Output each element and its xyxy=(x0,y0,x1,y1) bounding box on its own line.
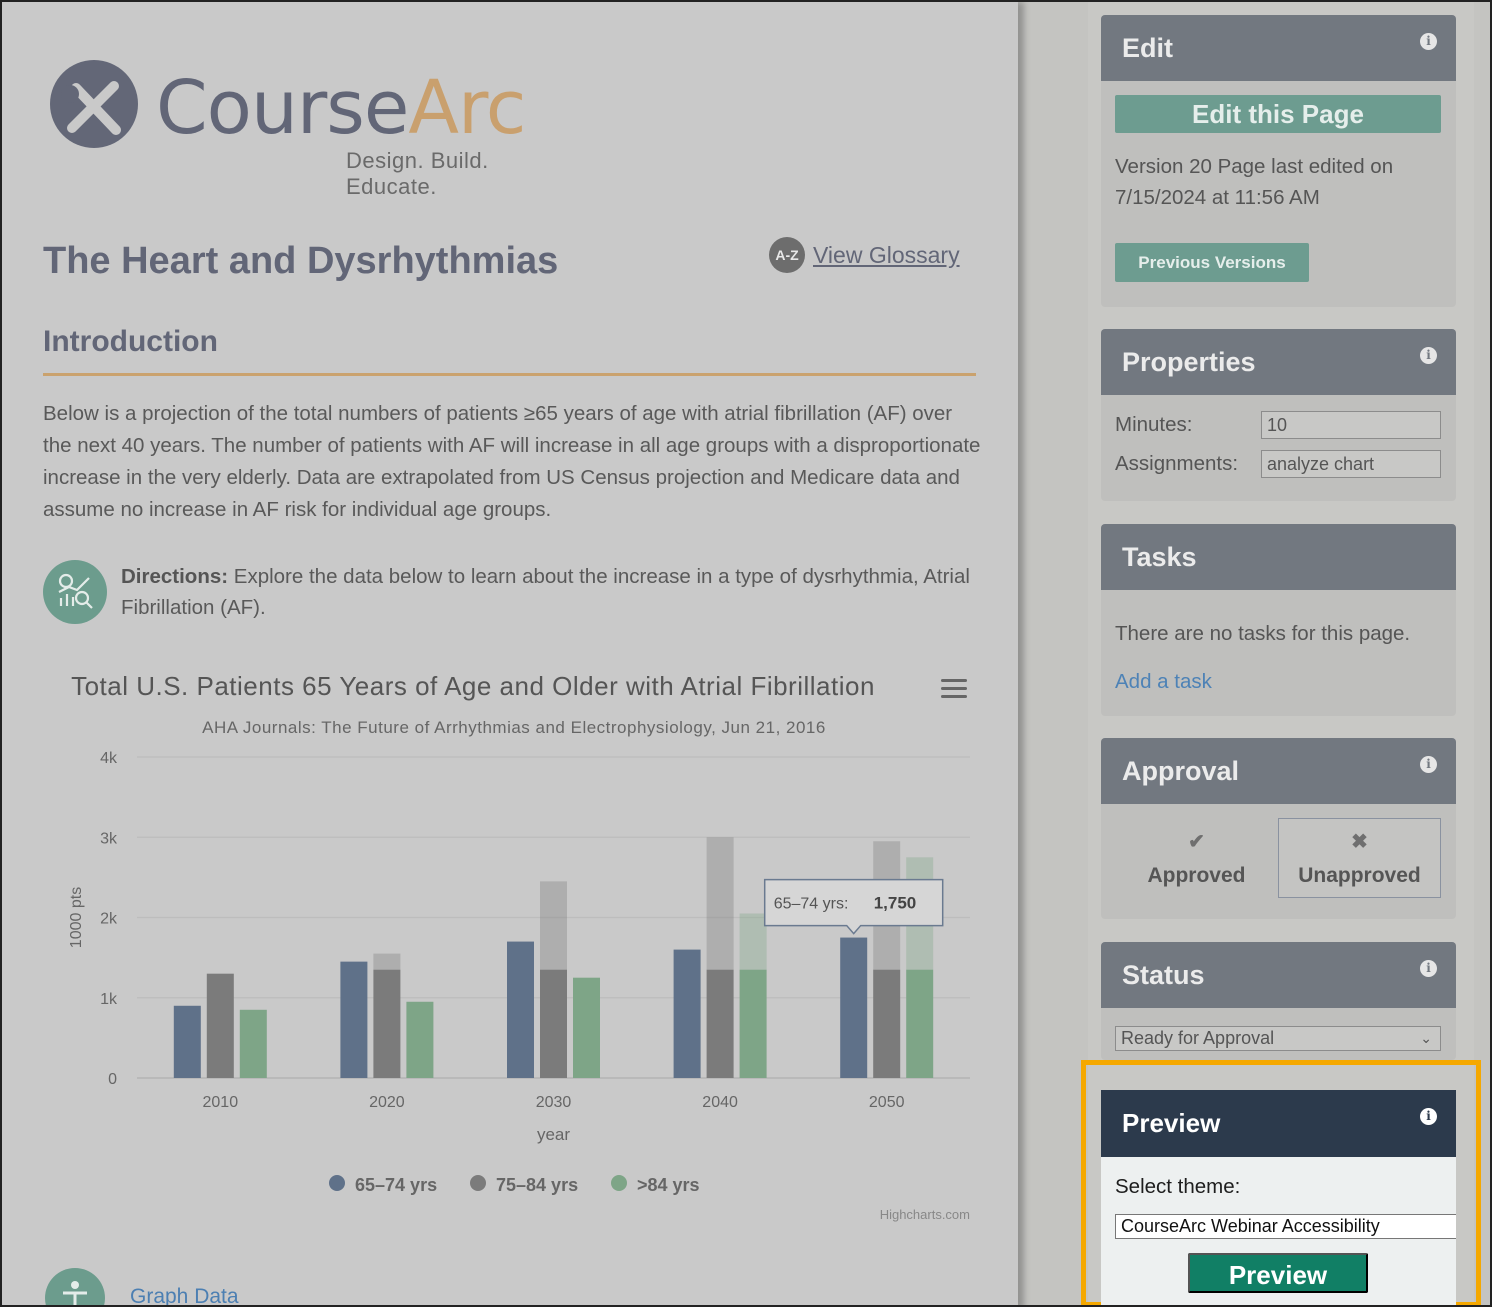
tasks-panel-header: Tasks xyxy=(1101,524,1456,590)
bar-upper xyxy=(373,953,401,970)
glossary-label: View Glossary xyxy=(813,241,960,268)
bar xyxy=(673,949,701,1078)
bar xyxy=(739,969,767,1078)
unapproved-button[interactable]: ✖ Unapproved xyxy=(1278,818,1441,898)
approval-panel: Approval i ✔ Approved ✖ Unapproved xyxy=(1101,738,1456,919)
legend-label: 75–84 yrs xyxy=(496,1175,578,1195)
heading-divider xyxy=(43,373,976,376)
tools-logo-icon xyxy=(50,60,138,148)
status-panel-header: Status i xyxy=(1101,942,1456,1008)
info-icon[interactable]: i xyxy=(1420,1108,1437,1125)
x-axis-label: year xyxy=(537,1125,570,1144)
glossary-icon: A-Z xyxy=(769,237,805,273)
logo-tagline: Design. Build. Educate. xyxy=(346,148,489,199)
edit-panel: Edit i Edit this Page Version 20 Page las… xyxy=(1101,15,1456,307)
y-tick-label: 4k xyxy=(100,750,118,767)
chart-title: Total U.S. Patients 65 Years of Age and … xyxy=(71,671,875,701)
page-content: CourseArc Design. Build. Educate. The He… xyxy=(2,2,1018,1305)
af-bar-chart: Total U.S. Patients 65 Years of Age and … xyxy=(43,657,983,1232)
bar-upper xyxy=(739,913,767,970)
y-axis-label: 1000 pts xyxy=(68,887,85,948)
minutes-field[interactable]: 10 xyxy=(1261,410,1441,439)
preview-button[interactable]: Preview xyxy=(1188,1253,1368,1293)
x-tick-label: 2020 xyxy=(369,1094,405,1111)
bar xyxy=(239,1009,267,1078)
coursearc-logo: CourseArc Design. Build. Educate. xyxy=(48,58,578,199)
chart-svg: Total U.S. Patients 65 Years of Age and … xyxy=(68,671,970,1222)
y-tick-label: 3k xyxy=(100,830,118,847)
y-tick-label: 0 xyxy=(108,1071,117,1088)
edit-this-page-button[interactable]: Edit this Page xyxy=(1115,95,1441,133)
checkmark-icon: ✔ xyxy=(1188,830,1205,853)
bar xyxy=(573,977,600,1078)
previous-versions-button[interactable]: Previous Versions xyxy=(1115,243,1309,282)
x-tick-label: 2040 xyxy=(702,1094,738,1111)
chart-subtitle: AHA Journals: The Future of Arrhythmias … xyxy=(202,718,826,737)
x-tick-label: 2030 xyxy=(536,1094,572,1111)
assignments-field[interactable]: analyze chart xyxy=(1261,449,1441,478)
chevron-down-icon: ⌄ xyxy=(1420,1030,1432,1046)
edit-panel-header: Edit i xyxy=(1101,15,1456,81)
info-icon[interactable]: i xyxy=(1420,347,1437,364)
tasks-panel: Tasks There are no tasks for this page. … xyxy=(1101,524,1456,716)
info-icon[interactable]: i xyxy=(1420,756,1437,773)
tooltip-label: 65–74 yrs: xyxy=(774,896,849,913)
no-tasks-text: There are no tasks for this page. xyxy=(1115,622,1411,645)
status-select[interactable]: Ready for Approval ⌄ xyxy=(1115,1026,1441,1051)
intro-paragraph: Below is a projection of the total numbe… xyxy=(43,402,981,521)
chart-credits: Highcharts.com xyxy=(880,1207,970,1222)
bar xyxy=(873,969,901,1078)
page-title: The Heart and Dysrhythmias xyxy=(43,240,559,282)
properties-panel: Properties i Minutes: 10 Assignments: ana… xyxy=(1101,329,1456,501)
legend-marker xyxy=(470,1175,486,1191)
minutes-label: Minutes: xyxy=(1115,412,1193,436)
assignments-label: Assignments: xyxy=(1115,451,1239,475)
y-tick-label: 1k xyxy=(100,991,118,1008)
properties-panel-header: Properties i xyxy=(1101,329,1456,395)
preview-panel: Preview i Select theme: CourseArc Webinar… xyxy=(1101,1090,1456,1305)
version-info: Version 20 Page last edited on 7/15/2024… xyxy=(1115,155,1394,209)
accessibility-icon xyxy=(45,1268,105,1305)
x-mark-icon: ✖ xyxy=(1351,830,1368,853)
view-glossary-link[interactable]: A-Z View Glossary xyxy=(769,237,960,273)
bar xyxy=(507,941,534,1078)
bar xyxy=(373,969,401,1078)
legend-marker xyxy=(611,1175,627,1191)
graph-data-link[interactable]: Graph Data xyxy=(130,1285,239,1305)
theme-select[interactable]: CourseArc Webinar Accessibility xyxy=(1115,1214,1456,1239)
legend-label: >84 yrs xyxy=(637,1175,700,1195)
add-task-link[interactable]: Add a task xyxy=(1115,670,1442,694)
bar xyxy=(906,969,934,1078)
bar-upper xyxy=(706,837,734,970)
theme-label: Select theme: xyxy=(1115,1175,1241,1198)
info-icon[interactable]: i xyxy=(1420,33,1437,50)
bar xyxy=(406,1001,434,1078)
directions-text: Directions: Explore the data below to le… xyxy=(121,565,970,619)
preview-panel-header: Preview i xyxy=(1101,1090,1456,1157)
bar xyxy=(173,1005,201,1078)
bar xyxy=(206,973,234,1078)
legend-label: 65–74 yrs xyxy=(355,1175,437,1195)
approved-button[interactable]: ✔ Approved xyxy=(1115,818,1278,898)
x-tick-label: 2050 xyxy=(869,1094,905,1111)
bar xyxy=(540,969,567,1078)
x-tick-label: 2010 xyxy=(203,1094,239,1111)
app-frame: CourseArc Design. Build. Educate. The He… xyxy=(0,0,1492,1307)
approval-panel-header: Approval i xyxy=(1101,738,1456,804)
chart-analysis-icon xyxy=(43,560,107,624)
bar xyxy=(840,937,868,1078)
bar xyxy=(340,961,368,1078)
info-icon[interactable]: i xyxy=(1420,960,1437,977)
tooltip-value: 1,750 xyxy=(874,894,917,913)
bar xyxy=(706,969,734,1078)
status-panel: Status i Ready for Approval ⌄ xyxy=(1101,942,1456,1060)
y-tick-label: 2k xyxy=(100,911,118,928)
logo-wordmark: CourseArc xyxy=(156,65,526,151)
bar-upper xyxy=(540,881,567,970)
section-heading: Introduction xyxy=(43,325,218,358)
legend-marker xyxy=(329,1175,345,1191)
chart-menu-icon[interactable] xyxy=(941,679,967,699)
